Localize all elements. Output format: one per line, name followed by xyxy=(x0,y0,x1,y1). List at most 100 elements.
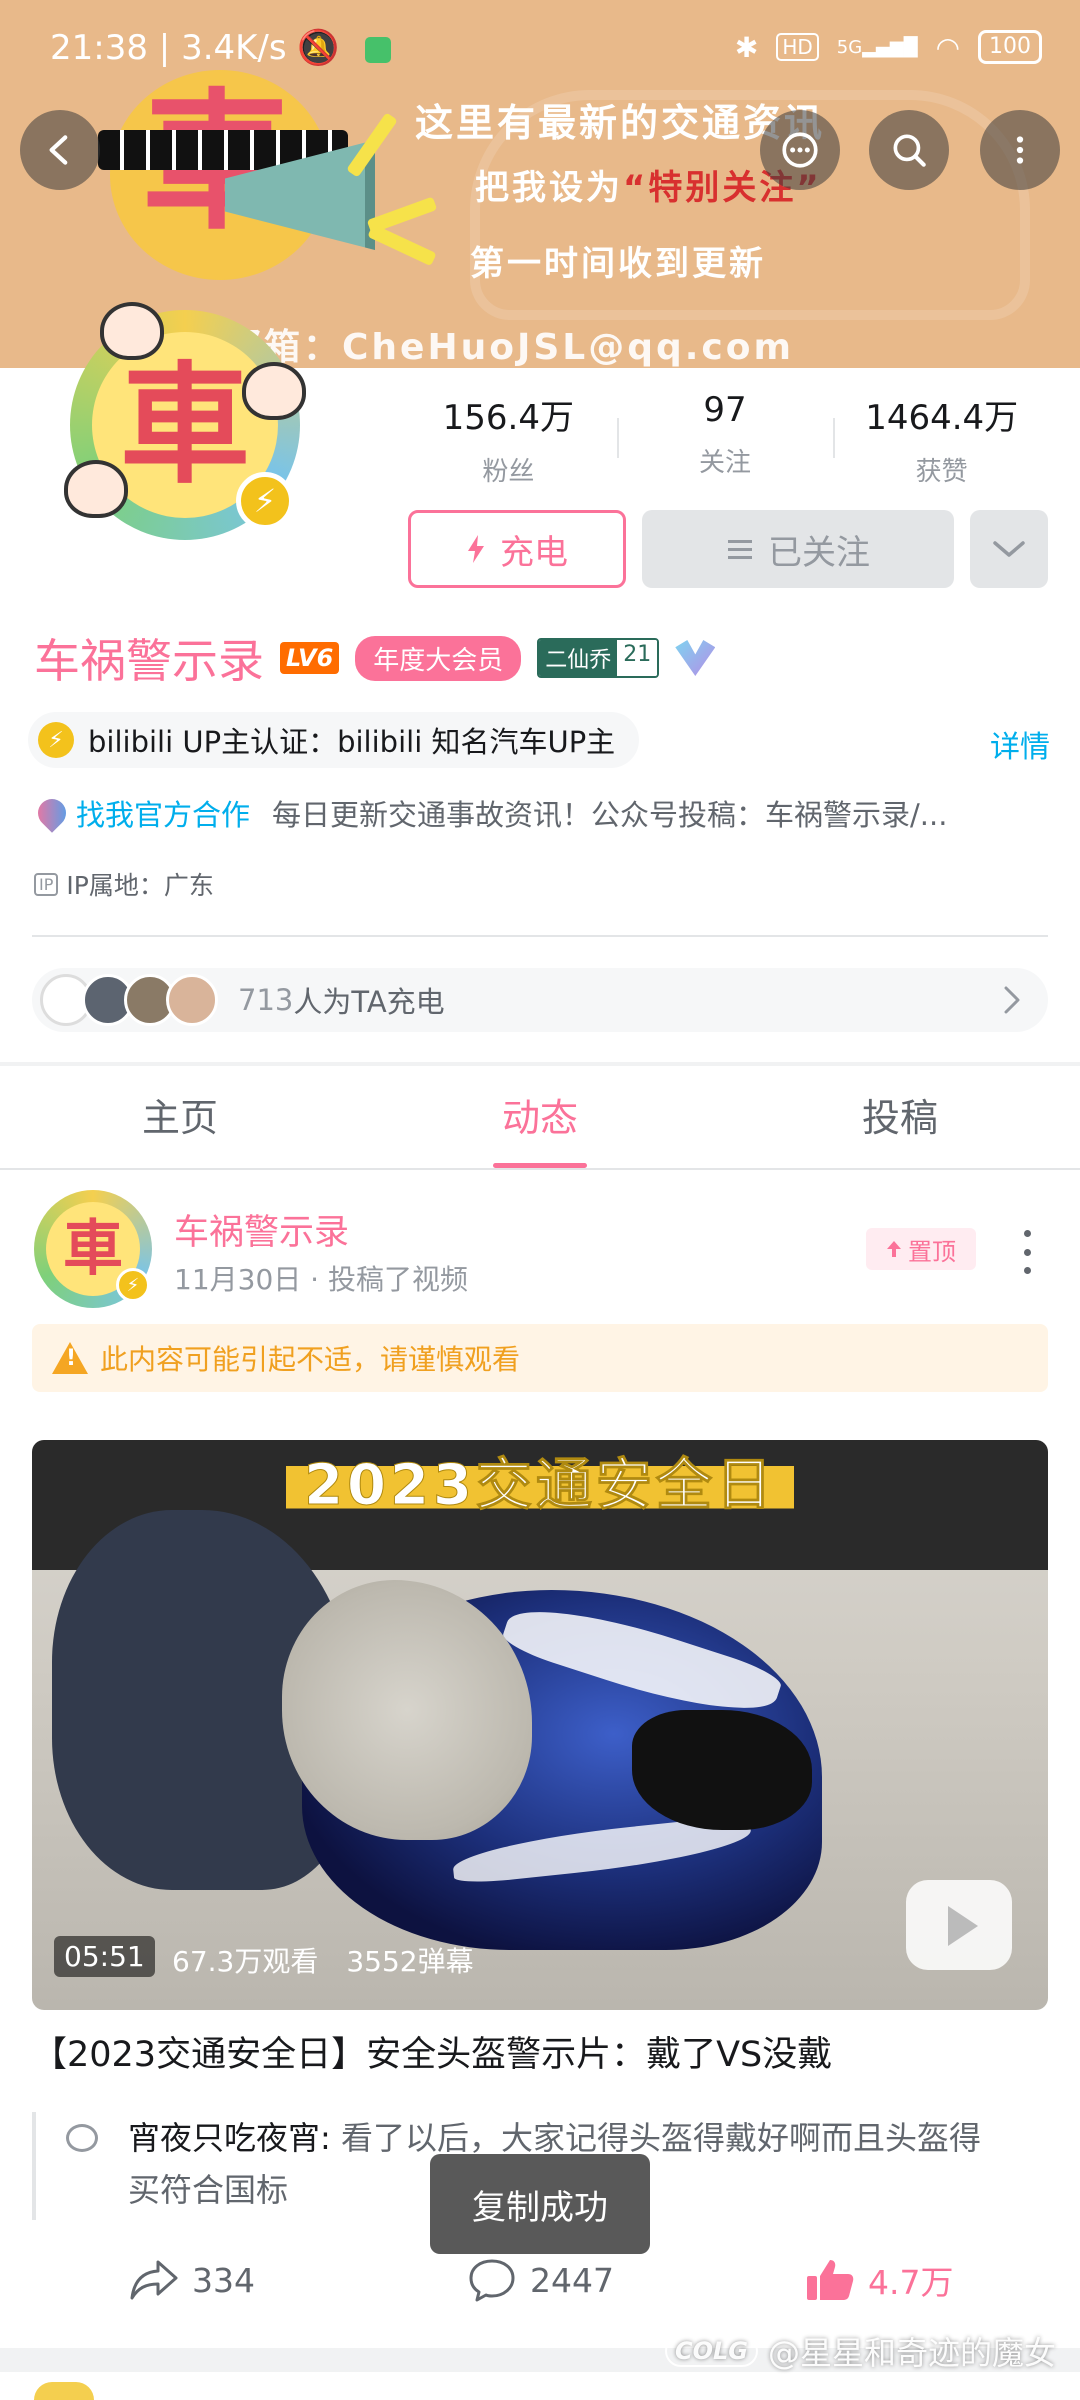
thumbnail-title-text: 2023交通安全日 xyxy=(286,1453,794,1519)
certification-detail-link[interactable]: 详情 xyxy=(990,722,1050,766)
stat-following-label: 关注 xyxy=(699,448,752,478)
verification-badge-icon: ⚡ xyxy=(116,1268,150,1302)
dot xyxy=(1023,1230,1031,1237)
certification-bolt-icon: ⚡ xyxy=(38,722,74,758)
divider xyxy=(32,935,1048,937)
stat-likes-label: 获赞 xyxy=(915,457,968,487)
watermark-text: @星星和奇迹的魔女 xyxy=(767,2334,1056,2372)
stat-following[interactable]: 97 关注 xyxy=(616,390,834,488)
expand-recommendations-button[interactable] xyxy=(970,510,1048,588)
official-verification-badge-icon: ⚡ xyxy=(236,472,294,530)
profile-name: 车祸警示录 xyxy=(34,634,264,688)
dot xyxy=(1023,1248,1031,1256)
video-thumbnail[interactable]: 2023交通安全日 05:51 67.3万观看 3552弹幕 xyxy=(32,1440,1048,2010)
helmet-visor xyxy=(632,1710,812,1830)
share-arrow-icon xyxy=(130,2260,178,2300)
level-badge: LV6 xyxy=(280,642,340,674)
tab-uploads[interactable]: 投稿 xyxy=(720,1066,1080,1168)
comment-icon xyxy=(469,2259,515,2302)
status-icons: ✱ HD 5G▂▄▆█ ◠ 100 xyxy=(735,30,1042,64)
followed-button[interactable]: 已关注 xyxy=(642,510,954,588)
stat-fans[interactable]: 156.4万 粉丝 xyxy=(400,390,617,488)
network-type: 5G xyxy=(836,36,863,58)
vip-badge[interactable]: 年度大会员 xyxy=(355,635,522,681)
video-stats: 67.3万观看 3552弹幕 xyxy=(172,1940,474,1980)
cooperation-icon xyxy=(38,793,72,833)
video-views: 67.3万观看 xyxy=(172,1945,319,1978)
charge-supporters-row[interactable]: 713 人为TA充电 xyxy=(32,968,1048,1032)
charge-button[interactable]: 充电 xyxy=(408,510,626,588)
content-warning-text: 此内容可能引起不适，请谨慎观看 xyxy=(100,1343,521,1376)
tab-home[interactable]: 主页 xyxy=(0,1066,360,1168)
supporter-text: 人为TA充电 xyxy=(293,985,445,1019)
stat-following-value: 97 xyxy=(703,390,747,430)
video-danmaku: 3552弹幕 xyxy=(346,1945,474,1978)
banner-logo: 車 xyxy=(98,70,375,280)
watermark-logo: COLG xyxy=(664,2335,758,2367)
like-button[interactable]: 4.7万 xyxy=(804,2256,953,2304)
pinned-badge: 置顶 xyxy=(866,1228,976,1270)
post-actions: 334 2447 4.7万 xyxy=(0,2256,1080,2316)
charge-button-label: 充电 xyxy=(500,532,568,573)
wechat-notification-icon xyxy=(364,36,391,63)
warning-icon xyxy=(52,1342,88,1374)
stat-fans-value: 156.4万 xyxy=(442,398,574,438)
status-speed: 3.4K/s xyxy=(181,28,287,68)
ip-location-text: IP属地：广东 xyxy=(66,871,214,900)
fan-medal[interactable]: 二仙乔 21 xyxy=(537,638,660,678)
back-arrow-icon xyxy=(49,135,68,165)
video-duration: 05:51 xyxy=(54,1936,155,1977)
search-button[interactable] xyxy=(869,110,949,190)
post-meta: 11月30日 · 投稿了视频 xyxy=(174,1263,468,1296)
cartoon-character-graphic xyxy=(64,460,128,518)
supporter-count: 713 xyxy=(238,983,294,1017)
status-time-row: 21:38 | 3.4K/s 🔕 xyxy=(50,28,391,68)
search-icon xyxy=(893,134,926,167)
profile-tabs: 主页 动态 投稿 xyxy=(0,1066,1080,1170)
comment-user: 宵夜只吃夜宵: xyxy=(128,2119,331,2157)
status-time: 21:38 xyxy=(50,28,148,68)
comment-bubble-icon xyxy=(66,2124,98,2152)
comment-button[interactable]: 2447 xyxy=(466,2256,614,2304)
status-separator: | xyxy=(158,28,182,68)
bio-text[interactable]: 每日更新交通事故资讯！公众号投稿：车祸警示录/... xyxy=(272,792,947,834)
chat-bubble-icon xyxy=(782,132,818,168)
bio-row: 找我官方合作 每日更新交通事故资讯！公众号投稿：车祸警示录/... xyxy=(38,792,1048,834)
share-count: 334 xyxy=(192,2260,255,2300)
copy-success-toast: 复制成功 xyxy=(430,2154,650,2254)
banner-email: 邮箱：CheHuoJSL@qq.com xyxy=(225,327,795,368)
thumbnail-title: 2023交通安全日 xyxy=(32,1440,1048,1521)
vertical-dots-icon xyxy=(1016,136,1024,164)
watermark: COLG @星星和奇迹的魔女 xyxy=(664,2328,1056,2374)
cartoon-character-graphic xyxy=(242,362,306,420)
banner-line-2-prefix: 把我设为 xyxy=(475,168,623,208)
status-bar: 21:38 | 3.4K/s 🔕 ✱ HD 5G▂▄▆█ ◠ 100 xyxy=(0,0,1080,100)
battery-icon: 100 xyxy=(978,30,1042,64)
video-title[interactable]: 【2023交通安全日】安全头盔警示片：戴了VS没戴 xyxy=(32,2026,1048,2077)
chevron-right-icon xyxy=(1004,986,1020,1014)
fan-medal-name: 二仙乔 xyxy=(539,640,618,676)
tab-dynamics[interactable]: 动态 xyxy=(360,1066,720,1168)
back-button[interactable] xyxy=(20,110,100,190)
dot xyxy=(1023,1267,1031,1274)
cooperation-link[interactable]: 找我官方合作 xyxy=(76,792,250,834)
supporter-avatar xyxy=(166,974,218,1026)
share-button[interactable]: 334 xyxy=(128,2256,255,2304)
more-options-button[interactable] xyxy=(980,110,1060,190)
helmet-stripe xyxy=(499,1588,785,1732)
post-more-button[interactable] xyxy=(1012,1230,1042,1274)
message-button[interactable] xyxy=(760,110,840,190)
profile-avatar[interactable]: 車 ⚡ xyxy=(64,302,306,540)
post-author-avatar[interactable]: 車 ⚡ xyxy=(34,1190,152,1308)
hd-icon: HD xyxy=(776,33,819,61)
stat-likes-value: 1464.4万 xyxy=(865,398,1019,438)
bluetooth-icon: ✱ xyxy=(734,30,759,64)
wing-decoration-icon xyxy=(675,640,716,676)
post-author-name[interactable]: 车祸警示录 xyxy=(174,1204,349,1255)
thumbs-up-icon xyxy=(807,2260,854,2300)
ip-location: IP IP属地：广东 xyxy=(34,866,214,902)
signal-icon: 5G▂▄▆█ xyxy=(836,36,918,58)
comment-count: 2447 xyxy=(530,2260,614,2300)
wifi-icon: ◠ xyxy=(935,30,960,64)
stat-likes[interactable]: 1464.4万 获赞 xyxy=(833,390,1050,488)
